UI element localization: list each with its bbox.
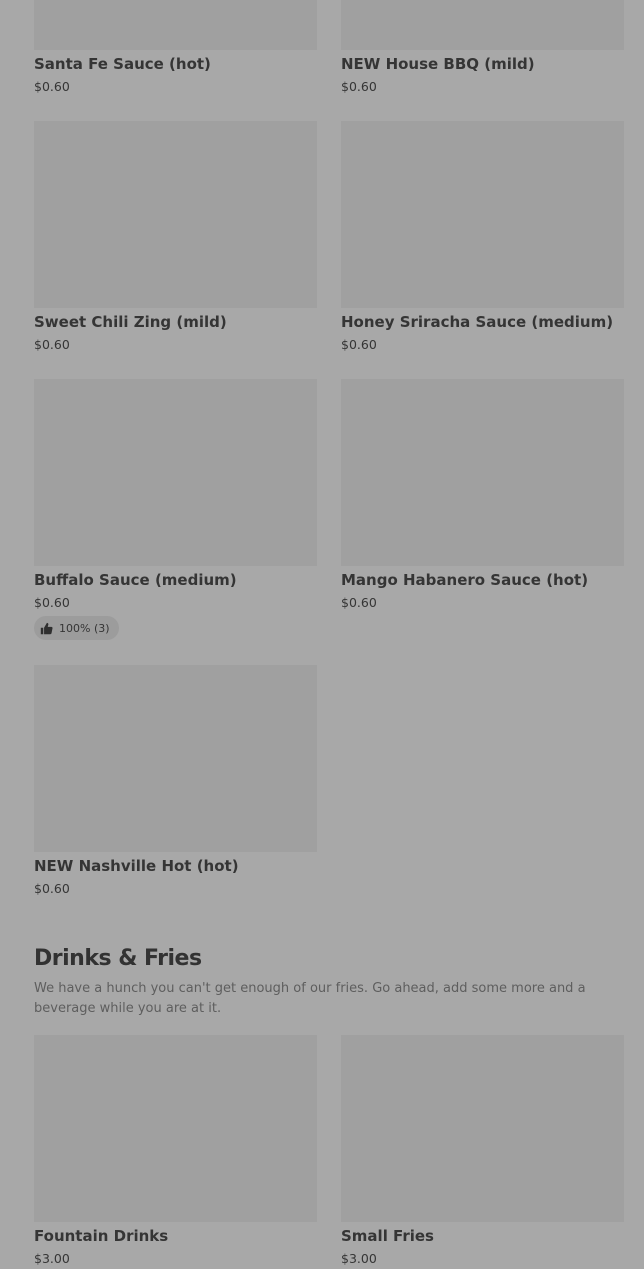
menu-item-name[interactable]: Small Fries [341, 1226, 434, 1246]
menu-item-price: $3.00 [341, 1251, 377, 1266]
menu-item-price: $0.60 [341, 595, 377, 610]
section-title: Drinks & Fries [34, 946, 202, 971]
menu-item-image[interactable] [341, 0, 624, 50]
thumbs-up-icon [40, 622, 53, 634]
menu-item-image[interactable] [341, 379, 624, 566]
menu-item-name[interactable]: Sweet Chili Zing (mild) [34, 312, 227, 332]
menu-item-image[interactable] [34, 121, 317, 308]
menu-item-price: $0.60 [34, 881, 70, 896]
menu-item-price: $3.00 [34, 1251, 70, 1266]
menu-item-name[interactable]: Mango Habanero Sauce (hot) [341, 570, 588, 590]
menu-item-image[interactable] [34, 0, 317, 50]
menu-item-name[interactable]: Fountain Drinks [34, 1226, 168, 1246]
menu-item-name[interactable]: NEW Nashville Hot (hot) [34, 856, 239, 876]
menu-item-price: $0.60 [34, 79, 70, 94]
menu-item-image[interactable] [34, 379, 317, 566]
rating-badge: 100% (3) [34, 616, 119, 640]
menu-item-name[interactable]: Honey Sriracha Sauce (medium) [341, 312, 613, 332]
menu-item-price: $0.60 [34, 337, 70, 352]
menu-item-price: $0.60 [34, 595, 70, 610]
menu-item-name[interactable]: Buffalo Sauce (medium) [34, 570, 237, 590]
menu-page: Santa Fe Sauce (hot) $0.60 NEW House BBQ… [0, 0, 644, 1269]
section-description: We have a hunch you can't get enough of … [34, 981, 586, 1016]
menu-item-price: $0.60 [341, 79, 377, 94]
menu-item-image[interactable] [341, 121, 624, 308]
menu-item-image[interactable] [34, 665, 317, 852]
rating-text: 100% (3) [59, 621, 110, 635]
menu-item-name[interactable]: Santa Fe Sauce (hot) [34, 54, 211, 74]
menu-item-image[interactable] [341, 1035, 624, 1222]
menu-item-price: $0.60 [341, 337, 377, 352]
menu-item-image[interactable] [34, 1035, 317, 1222]
menu-item-name[interactable]: NEW House BBQ (mild) [341, 54, 535, 74]
